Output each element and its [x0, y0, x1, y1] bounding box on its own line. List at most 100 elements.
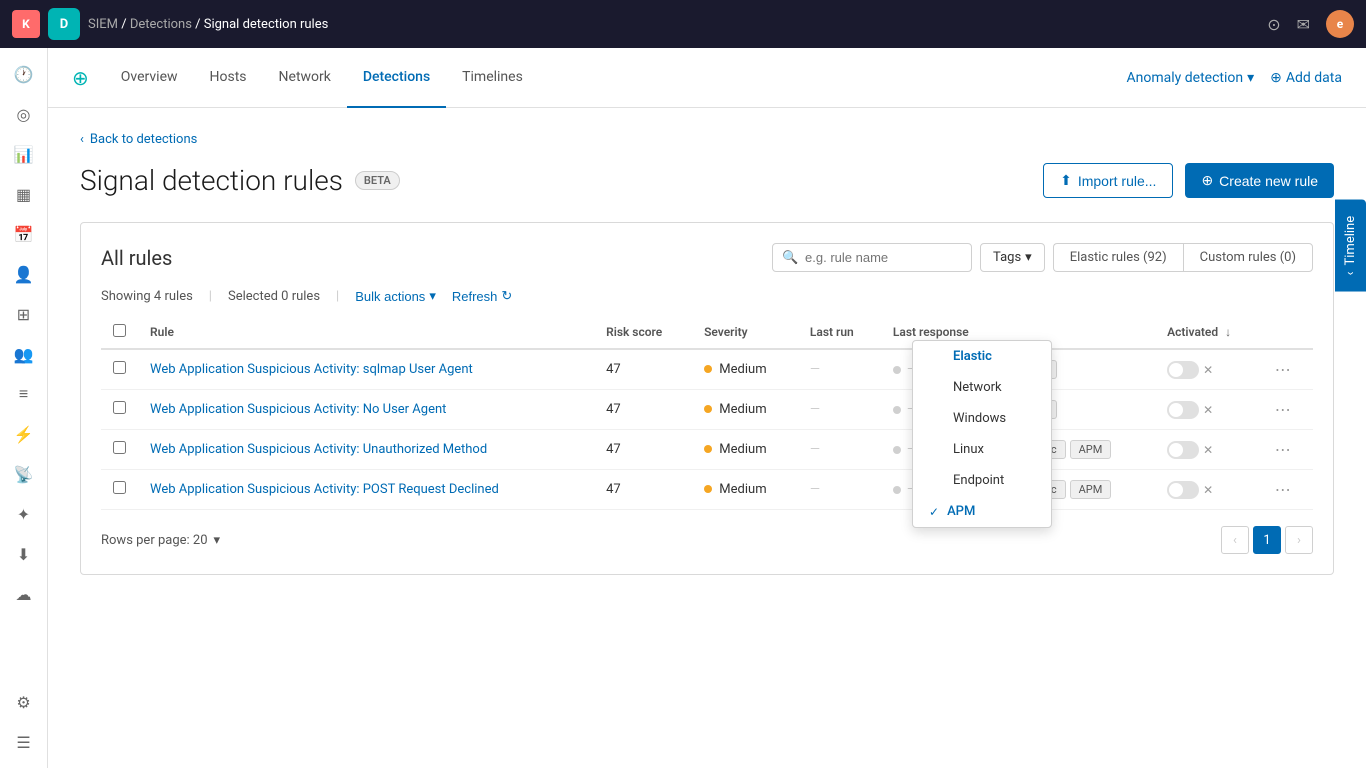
activated-cell: ✕	[1155, 390, 1263, 430]
sidebar-icon-chart[interactable]: 📊	[6, 136, 42, 172]
breadcrumb-detections[interactable]: Detections	[130, 17, 192, 32]
activated-column-header: Activated ↓	[1155, 316, 1263, 349]
import-rule-button[interactable]: ⬆ Import rule...	[1043, 163, 1173, 198]
next-page-button[interactable]: ›	[1285, 526, 1313, 554]
siem-app-icon[interactable]: D	[48, 8, 80, 40]
sidebar-icon-person[interactable]: 👤	[6, 256, 42, 292]
activated-cell: ✕	[1155, 430, 1263, 470]
severity-cell: Medium	[692, 390, 798, 430]
elastic-rules-tab[interactable]: Elastic rules (92)	[1053, 243, 1183, 272]
previous-page-button[interactable]: ‹	[1221, 526, 1249, 554]
sidebar-icon-clock[interactable]: 🕐	[6, 56, 42, 92]
add-data-button[interactable]: ⊕ Add data	[1270, 70, 1342, 86]
sidebar-icon-calendar[interactable]: 📅	[6, 216, 42, 252]
deactivate-button[interactable]: ✕	[1203, 363, 1213, 377]
rule-name-link[interactable]: Web Application Suspicious Activity: No …	[150, 402, 446, 417]
toggle-knob	[1169, 363, 1183, 377]
back-to-detections-link[interactable]: ‹ Back to detections	[80, 132, 1334, 147]
pagination: Rows per page: 20 ▾ ‹ 1 ›	[101, 526, 1313, 554]
dropdown-item[interactable]: Network	[913, 372, 1051, 403]
more-actions-button[interactable]: ⋯	[1275, 400, 1292, 419]
select-all-checkbox[interactable]	[113, 324, 126, 337]
activated-toggle[interactable]	[1167, 361, 1199, 379]
tab-hosts[interactable]: Hosts	[194, 48, 263, 108]
rule-name-link[interactable]: Web Application Suspicious Activity: Una…	[150, 442, 487, 457]
custom-rules-tab[interactable]: Custom rules (0)	[1183, 243, 1313, 272]
table-row: Web Application Suspicious Activity: sql…	[101, 349, 1313, 390]
tab-timelines[interactable]: Timelines	[446, 48, 539, 108]
dropdown-item-label: Windows	[953, 411, 1006, 426]
bulk-actions-button[interactable]: Bulk actions ▾	[355, 288, 436, 304]
table-row: Web Application Suspicious Activity: Una…	[101, 430, 1313, 470]
activated-toggle[interactable]	[1167, 441, 1199, 459]
deactivate-button[interactable]: ✕	[1203, 483, 1213, 497]
create-new-rule-button[interactable]: ⊕ Create new rule	[1185, 163, 1334, 198]
rows-per-page-selector[interactable]: Rows per page: 20 ▾	[101, 533, 220, 548]
chevron-down-icon: ▾	[214, 533, 221, 548]
mail-icon[interactable]: ✉	[1297, 15, 1310, 34]
refresh-icon: ↻	[501, 288, 512, 304]
severity-cell: Medium	[692, 430, 798, 470]
sidebar-icon-menu[interactable]: ☰	[6, 724, 42, 760]
severity-indicator	[704, 485, 712, 493]
dropdown-item[interactable]: Endpoint	[913, 465, 1051, 496]
sidebar-icon-settings[interactable]: ⚙	[6, 684, 42, 720]
row-checkbox[interactable]	[113, 361, 126, 374]
tab-overview[interactable]: Overview	[105, 48, 194, 108]
user-avatar[interactable]: e	[1326, 10, 1354, 38]
dropdown-item[interactable]: Windows	[913, 403, 1051, 434]
dropdown-item[interactable]: Elastic	[913, 341, 1051, 372]
more-actions-button[interactable]: ⋯	[1275, 440, 1292, 459]
row-checkbox[interactable]	[113, 441, 126, 454]
left-sidebar: 🕐 ◎ 📊 ▦ 📅 👤 ⊞ 👥 ≡ ⚡ 📡 ✦ ⬇ ☁ ⚙ ☰	[0, 48, 48, 768]
dropdown-item-label: Elastic	[953, 349, 992, 364]
breadcrumb-siem[interactable]: SIEM	[88, 17, 118, 32]
rules-card: All rules 🔍 Tags ▾ Elastic rules (92)	[80, 222, 1334, 575]
search-input[interactable]	[772, 243, 972, 272]
last-run-cell: —	[798, 430, 881, 470]
sidebar-icon-cloud[interactable]: ☁	[6, 576, 42, 612]
sidebar-icon-circle[interactable]: ◎	[6, 96, 42, 132]
sidebar-icon-plug[interactable]: ⚡	[6, 416, 42, 452]
rule-name-link[interactable]: Web Application Suspicious Activity: sql…	[150, 362, 473, 377]
main-content: ⊕ Overview Hosts Network Detections Time…	[48, 48, 1366, 768]
more-actions-button[interactable]: ⋯	[1275, 480, 1292, 499]
tab-detections[interactable]: Detections	[347, 48, 446, 108]
tags-dropdown-button[interactable]: Tags ▾	[980, 243, 1045, 272]
severity-cell: Medium	[692, 349, 798, 390]
sidebar-icon-layers[interactable]: ≡	[6, 376, 42, 412]
row-checkbox[interactable]	[113, 481, 126, 494]
topbar: K D SIEM / Detections / Signal detection…	[0, 0, 1366, 48]
timeline-label: Timeline	[1343, 216, 1358, 266]
deactivate-button[interactable]: ✕	[1203, 443, 1213, 457]
sidebar-icon-user[interactable]: 👥	[6, 336, 42, 372]
risk-score-cell: 47	[594, 470, 692, 510]
search-icon: 🔍	[782, 250, 798, 265]
response-status-dot	[893, 366, 901, 374]
showing-rules-label: Showing 4 rules	[101, 289, 193, 304]
bell-icon[interactable]: ⊙	[1267, 15, 1280, 34]
sidebar-icon-table[interactable]: ▦	[6, 176, 42, 212]
dropdown-item[interactable]: Linux	[913, 434, 1051, 465]
activated-toggle[interactable]	[1167, 481, 1199, 499]
refresh-button[interactable]: Refresh ↻	[452, 288, 512, 304]
deactivate-button[interactable]: ✕	[1203, 403, 1213, 417]
activated-toggle[interactable]	[1167, 401, 1199, 419]
timeline-panel[interactable]: ‹ Timeline	[1335, 200, 1366, 292]
row-checkbox[interactable]	[113, 401, 126, 414]
rule-name-link[interactable]: Web Application Suspicious Activity: POS…	[150, 482, 499, 497]
page-title: Signal detection rules	[80, 164, 343, 197]
page-1-button[interactable]: 1	[1253, 526, 1281, 554]
sidebar-icon-wifi[interactable]: 📡	[6, 456, 42, 492]
severity-cell: Medium	[692, 470, 798, 510]
more-actions-button[interactable]: ⋯	[1275, 360, 1292, 379]
response-status-dot	[893, 446, 901, 454]
anomaly-detection-button[interactable]: Anomaly detection ▾	[1127, 70, 1255, 86]
tab-network[interactable]: Network	[263, 48, 347, 108]
dropdown-item[interactable]: ✓APM	[913, 496, 1051, 527]
sidebar-icon-grid[interactable]: ⊞	[6, 296, 42, 332]
app-logo[interactable]: K	[12, 10, 40, 38]
page-controls: ‹ 1 ›	[1221, 526, 1313, 554]
sidebar-icon-hub[interactable]: ✦	[6, 496, 42, 532]
sidebar-icon-download[interactable]: ⬇	[6, 536, 42, 572]
